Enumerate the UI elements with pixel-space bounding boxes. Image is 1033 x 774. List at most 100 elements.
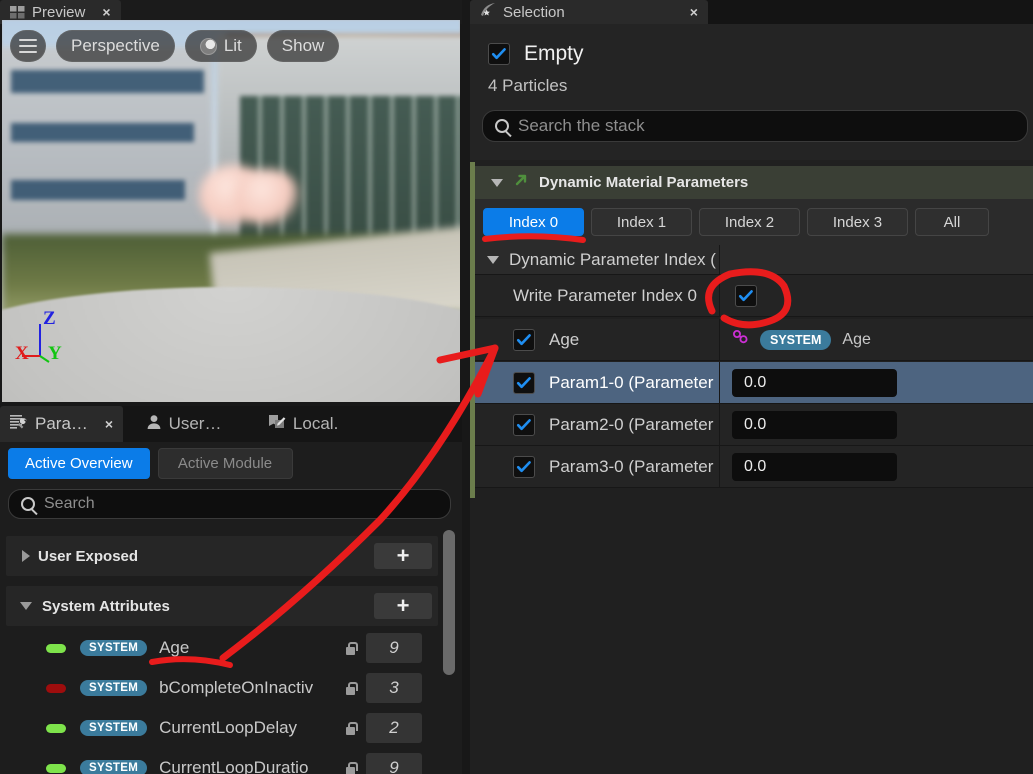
- axis-gizmo: Z X Y: [15, 308, 86, 380]
- preview-viewport[interactable]: Perspective Lit Show Z X Y: [2, 20, 460, 402]
- tab-selection-label: Selection: [503, 3, 565, 21]
- stack-search-input[interactable]: Search the stack: [482, 110, 1028, 142]
- row-enable-checkbox[interactable]: [513, 371, 535, 394]
- table-row[interactable]: Param3-0 (Parameter 0.0: [475, 446, 1033, 488]
- row-enable-checkbox[interactable]: [513, 413, 535, 436]
- selection-header: Empty 4 Particles Search the stack: [470, 24, 1033, 160]
- chevron-right-icon[interactable]: [22, 550, 30, 562]
- index-tab-1[interactable]: Index 1: [591, 208, 692, 236]
- add-system-attribute-button[interactable]: +: [374, 593, 432, 619]
- segment-active-module[interactable]: Active Module: [157, 448, 293, 479]
- close-icon[interactable]: ×: [105, 416, 113, 432]
- gizmo-z-label: Z: [43, 308, 56, 329]
- stack-search-placeholder: Search the stack: [518, 116, 645, 135]
- show-menu-label: Show: [281, 36, 325, 55]
- section-system-attributes[interactable]: System Attributes +: [6, 586, 438, 626]
- tab-local-module[interactable]: Local.: [258, 406, 348, 442]
- emitter-enable-row: Empty: [488, 42, 584, 66]
- lighting-mode-button[interactable]: Lit: [184, 30, 257, 62]
- scope-dot-icon: [46, 683, 66, 693]
- search-icon: [21, 497, 35, 511]
- parameters-view-toggle: Active Overview Active Module: [8, 448, 293, 479]
- show-menu-button[interactable]: Show: [266, 30, 340, 62]
- search-icon: [495, 119, 509, 133]
- index-tab-2[interactable]: Index 2: [699, 208, 800, 236]
- particle-count: 4 Particles: [488, 76, 568, 95]
- tab-user-label: User…: [168, 414, 222, 433]
- emitter-name: Empty: [524, 42, 584, 65]
- link-icon[interactable]: [732, 329, 750, 350]
- list-item[interactable]: SYSTEM CurrentLoopDelay 2: [0, 708, 438, 748]
- index-tab-3[interactable]: Index 3: [807, 208, 908, 236]
- tab-parameters-label: Para…: [35, 414, 88, 433]
- tab-selection[interactable]: Selection ×: [470, 0, 708, 24]
- write-parameter-index-0-checkbox[interactable]: [735, 284, 757, 307]
- chevron-down-icon[interactable]: [20, 602, 32, 610]
- parameters-search-placeholder: Search: [44, 495, 95, 512]
- emitter-enabled-checkbox[interactable]: [488, 43, 510, 65]
- segment-active-overview[interactable]: Active Overview: [8, 448, 150, 479]
- scope-dot-icon: [46, 723, 66, 733]
- sphere-icon: [199, 37, 217, 55]
- section-system-attributes-label: System Attributes: [42, 597, 170, 615]
- row-enable-checkbox[interactable]: [513, 455, 535, 478]
- lock-icon: [345, 681, 358, 695]
- namespace-pill: SYSTEM: [80, 680, 148, 696]
- view-mode-button[interactable]: Perspective: [56, 30, 175, 62]
- selection-tabstrip: Selection ×: [470, 0, 1033, 24]
- namespace-pill: SYSTEM: [80, 720, 148, 736]
- attribute-name: CurrentLoopDelay: [159, 718, 298, 737]
- parameters-tabstrip: Para… × User… Local.: [0, 406, 462, 442]
- table-row[interactable]: Param1-0 (Parameter 0.0: [475, 362, 1033, 404]
- tab-local-label: Local.: [292, 414, 339, 433]
- row-label: Param1-0 (Parameter: [549, 372, 714, 392]
- list-item[interactable]: SYSTEM CurrentLoopDuratio 9: [0, 748, 438, 774]
- close-icon[interactable]: ×: [102, 4, 110, 20]
- table-row[interactable]: Write Parameter Index 0: [475, 275, 1033, 317]
- row-label: Write Parameter Index 0: [513, 285, 697, 305]
- niagara-icon: [480, 2, 496, 22]
- user-icon: [146, 414, 162, 435]
- param3-0-value-input[interactable]: 0.0: [732, 452, 897, 481]
- chevron-down-icon[interactable]: [487, 255, 499, 264]
- attribute-value: 9: [366, 633, 422, 663]
- close-icon[interactable]: ×: [690, 4, 698, 20]
- namespace-pill: SYSTEM: [80, 640, 148, 656]
- index-tab-bar: Index 0 Index 1 Index 2 Index 3 All: [475, 199, 1033, 245]
- namespace-pill: SYSTEM: [80, 760, 148, 774]
- viewport-toolbar: Perspective Lit Show: [10, 30, 340, 62]
- table-row[interactable]: Age SYSTEM Age: [475, 319, 1033, 361]
- lock-icon: [345, 641, 358, 655]
- index-tab-all[interactable]: All: [915, 208, 989, 236]
- grid-icon: [10, 5, 25, 19]
- list-item[interactable]: SYSTEM bCompleteOnInactiv 3: [0, 668, 438, 708]
- tab-parameters[interactable]: Para… ×: [0, 406, 124, 442]
- lighting-mode-label: Lit: [223, 36, 242, 55]
- add-user-exposed-button[interactable]: +: [374, 543, 432, 569]
- group-header-dynamic-parameter-index[interactable]: Dynamic Parameter Index (: [475, 245, 1033, 275]
- parameters-scrollbar[interactable]: [443, 530, 455, 675]
- param2-0-value-input[interactable]: 0.0: [732, 410, 897, 439]
- tab-user-parameters[interactable]: User…: [136, 406, 232, 442]
- table-row[interactable]: Param2-0 (Parameter 0.0: [475, 404, 1033, 446]
- parameters-search-input[interactable]: Search: [8, 489, 451, 519]
- lock-icon: [345, 761, 358, 774]
- attribute-name: bCompleteOnInactiv: [159, 678, 314, 697]
- chevron-down-icon[interactable]: [491, 178, 503, 187]
- viewport-window-band: [11, 123, 195, 143]
- particle-sprite: [235, 168, 300, 227]
- row-enable-checkbox[interactable]: [513, 328, 535, 351]
- gizmo-y-label: Y: [48, 343, 62, 364]
- section-user-exposed[interactable]: User Exposed +: [6, 536, 438, 576]
- param1-0-value-input[interactable]: 0.0: [732, 368, 897, 397]
- attribute-name: CurrentLoopDuratio: [159, 758, 309, 774]
- module-header-dynamic-material-parameters[interactable]: Dynamic Material Parameters: [475, 166, 1033, 199]
- binding-namespace-pill: SYSTEM: [760, 329, 832, 350]
- view-mode-label: Perspective: [71, 36, 160, 55]
- preview-panel: Preview × Perspective Lit Show Z X Y: [0, 0, 462, 404]
- list-item[interactable]: SYSTEM Age 9: [0, 628, 438, 668]
- hamburger-icon[interactable]: [10, 30, 46, 62]
- attribute-value: 2: [366, 713, 422, 743]
- index-tab-0[interactable]: Index 0: [483, 208, 584, 236]
- scope-dot-icon: [46, 643, 66, 653]
